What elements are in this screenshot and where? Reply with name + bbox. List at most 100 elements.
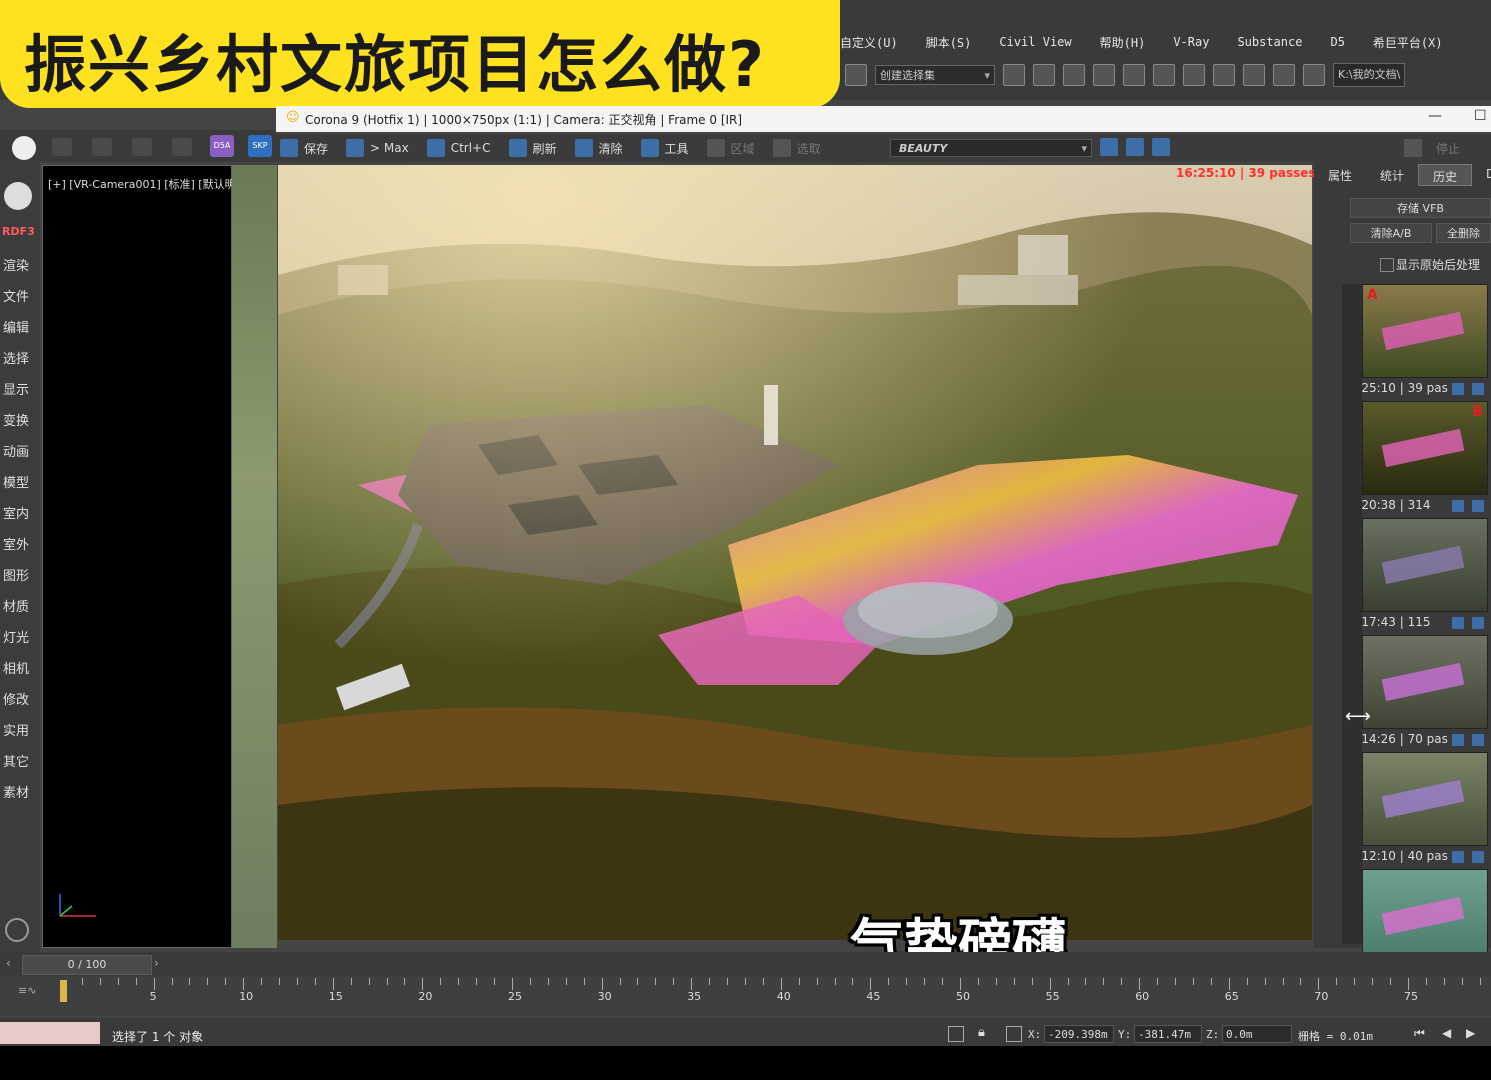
plugin-menu-item[interactable]: 素材 — [3, 782, 29, 801]
material-editor-icon[interactable] — [1183, 64, 1205, 86]
lock-icon[interactable]: 🔒︎ — [978, 1025, 985, 1040]
undo-icon[interactable] — [52, 138, 72, 156]
delete-all-button[interactable]: 全删除 — [1436, 223, 1491, 243]
play-icon[interactable]: ▶︎ — [1466, 1026, 1475, 1040]
app-logo-icon[interactable] — [12, 136, 36, 160]
timeline-prev-icon[interactable]: ‹ — [6, 956, 11, 970]
plugin-menu-item[interactable]: 材质 — [3, 596, 29, 615]
vfb-refresh-button[interactable]: 刷新 — [505, 139, 557, 157]
render-frame-icon[interactable] — [1243, 64, 1265, 86]
plugin-menu-item[interactable]: 模型 — [3, 472, 29, 491]
save-snapshot-icon[interactable] — [1452, 500, 1464, 512]
vfb-clear-button[interactable]: 清除 — [571, 139, 623, 157]
plugin-menu-item[interactable]: 室外 — [3, 534, 29, 553]
plugin-menu-item[interactable]: 图形 — [3, 565, 29, 584]
mirror-icon[interactable] — [1003, 64, 1025, 86]
show-original-checkbox[interactable] — [1380, 258, 1394, 272]
plugin-menu-item[interactable]: 动画 — [3, 441, 29, 460]
load-snapshot-icon[interactable] — [1472, 500, 1484, 512]
plugin-menu-item[interactable]: 显示 — [3, 379, 29, 398]
layer-manager-icon[interactable] — [1063, 64, 1085, 86]
timeline-next-icon[interactable]: › — [154, 956, 159, 970]
tab-dr[interactable]: DR — [1472, 164, 1491, 186]
plugin-logo-icon[interactable] — [4, 182, 32, 210]
snippet-icon[interactable] — [845, 64, 867, 86]
plugin-menu-item[interactable]: 室内 — [3, 503, 29, 522]
history-thumbnail[interactable]: B — [1362, 401, 1488, 495]
vfb-stop-button[interactable]: 停止 — [1436, 140, 1460, 157]
load-snapshot-icon[interactable] — [1472, 617, 1484, 629]
vfb-copy-button[interactable]: Ctrl+C — [423, 139, 491, 157]
isolate-icon[interactable] — [948, 1026, 964, 1042]
x-coordinate[interactable]: -209.398m — [1044, 1025, 1114, 1043]
curve-editor-icon[interactable] — [1153, 64, 1175, 86]
maxscript-listener[interactable] — [0, 1022, 100, 1044]
vfb-tools-button[interactable]: 工具 — [637, 139, 689, 157]
current-frame-marker[interactable] — [60, 980, 67, 1002]
history-thumbnail[interactable] — [1362, 869, 1488, 963]
maximize-icon[interactable]: ☐ — [1474, 108, 1487, 124]
save-snapshot-icon[interactable] — [1452, 734, 1464, 746]
render-teapot-icon[interactable] — [1303, 64, 1325, 86]
menu-d5[interactable]: D5 — [1330, 35, 1344, 49]
save-snapshot-icon[interactable] — [1452, 383, 1464, 395]
clear-ab-button[interactable]: 清除A/B — [1350, 223, 1432, 243]
menu-vray[interactable]: V-Ray — [1173, 35, 1209, 49]
plugin-menu-item[interactable]: 变换 — [3, 410, 29, 429]
plugin-menu-item[interactable]: 渲染 — [3, 255, 29, 274]
skp-import-icon[interactable]: SKP — [248, 135, 272, 157]
camera-viewport[interactable] — [42, 165, 232, 948]
load-snapshot-icon[interactable] — [1472, 734, 1484, 746]
y-coordinate[interactable]: -381.47m — [1134, 1025, 1202, 1043]
tab-history[interactable]: 历史 — [1418, 164, 1473, 186]
render-channel-dropdown[interactable]: BEAUTY — [890, 139, 1092, 158]
render-icon[interactable] — [1273, 64, 1295, 86]
redo-icon[interactable] — [92, 138, 112, 156]
stop-icon[interactable] — [1404, 139, 1422, 157]
history-thumbnail[interactable] — [1362, 752, 1488, 846]
curve-mini-icon[interactable]: ≡∿ — [18, 984, 36, 997]
render-image[interactable] — [278, 165, 1312, 940]
plugin-menu-item[interactable]: 实用 — [3, 720, 29, 739]
plugin-menu-item[interactable]: 其它 — [3, 751, 29, 770]
plugin-menu-item[interactable]: 修改 — [3, 689, 29, 708]
save-snapshot-icon[interactable] — [1452, 851, 1464, 863]
minimize-icon[interactable]: — — [1428, 108, 1442, 124]
save-vfb-button[interactable]: 存储 VFB — [1350, 198, 1491, 218]
menu-platform[interactable]: 希巨平台(X) — [1373, 34, 1443, 51]
time-slider[interactable]: 0 / 100 — [22, 955, 152, 975]
vfb-region-button[interactable]: 区域 — [703, 139, 755, 157]
load-snapshot-icon[interactable] — [1472, 851, 1484, 863]
zoom-in-icon[interactable] — [1100, 138, 1118, 156]
plugin-menu-item[interactable]: 选择 — [3, 348, 29, 367]
selection-set-dropdown[interactable]: 创建选择集 — [875, 65, 995, 86]
z-coordinate[interactable]: 0.0m — [1222, 1025, 1292, 1043]
prev-frame-icon[interactable]: ◀︎ — [1442, 1026, 1451, 1040]
unlink-icon[interactable] — [172, 138, 192, 156]
d5a-export-icon[interactable]: D5A — [210, 135, 234, 157]
absolute-mode-icon[interactable] — [1006, 1026, 1022, 1042]
vfb-to-max-button[interactable]: > Max — [342, 139, 409, 157]
history-thumbnail[interactable]: A — [1362, 284, 1488, 378]
history-scrollbar[interactable] — [1342, 284, 1362, 944]
menu-help[interactable]: 帮助(H) — [1100, 34, 1146, 51]
history-thumbnail[interactable] — [1362, 518, 1488, 612]
history-thumbnail[interactable] — [1362, 635, 1488, 729]
vfb-save-button[interactable]: 保存 — [276, 139, 328, 157]
tab-stats[interactable]: 统计 — [1366, 164, 1418, 186]
project-path[interactable]: K:\我的文档\ — [1333, 63, 1406, 87]
zoom-out-icon[interactable] — [1126, 138, 1144, 156]
link-icon[interactable] — [132, 138, 152, 156]
menu-script[interactable]: 脚本(S) — [926, 34, 972, 51]
load-snapshot-icon[interactable] — [1472, 383, 1484, 395]
schematic-icon[interactable] — [1123, 64, 1145, 86]
align-icon[interactable] — [1033, 64, 1055, 86]
save-snapshot-icon[interactable] — [1452, 617, 1464, 629]
menu-customize[interactable]: 自定义(U) — [840, 34, 898, 51]
menu-substance[interactable]: Substance — [1237, 35, 1302, 49]
menu-civil-view[interactable]: Civil View — [999, 35, 1071, 49]
render-setup-icon[interactable] — [1213, 64, 1235, 86]
zoom-fit-icon[interactable] — [1152, 138, 1170, 156]
scene-explorer-icon[interactable] — [1093, 64, 1115, 86]
tab-properties[interactable]: 属性 — [1314, 164, 1366, 186]
